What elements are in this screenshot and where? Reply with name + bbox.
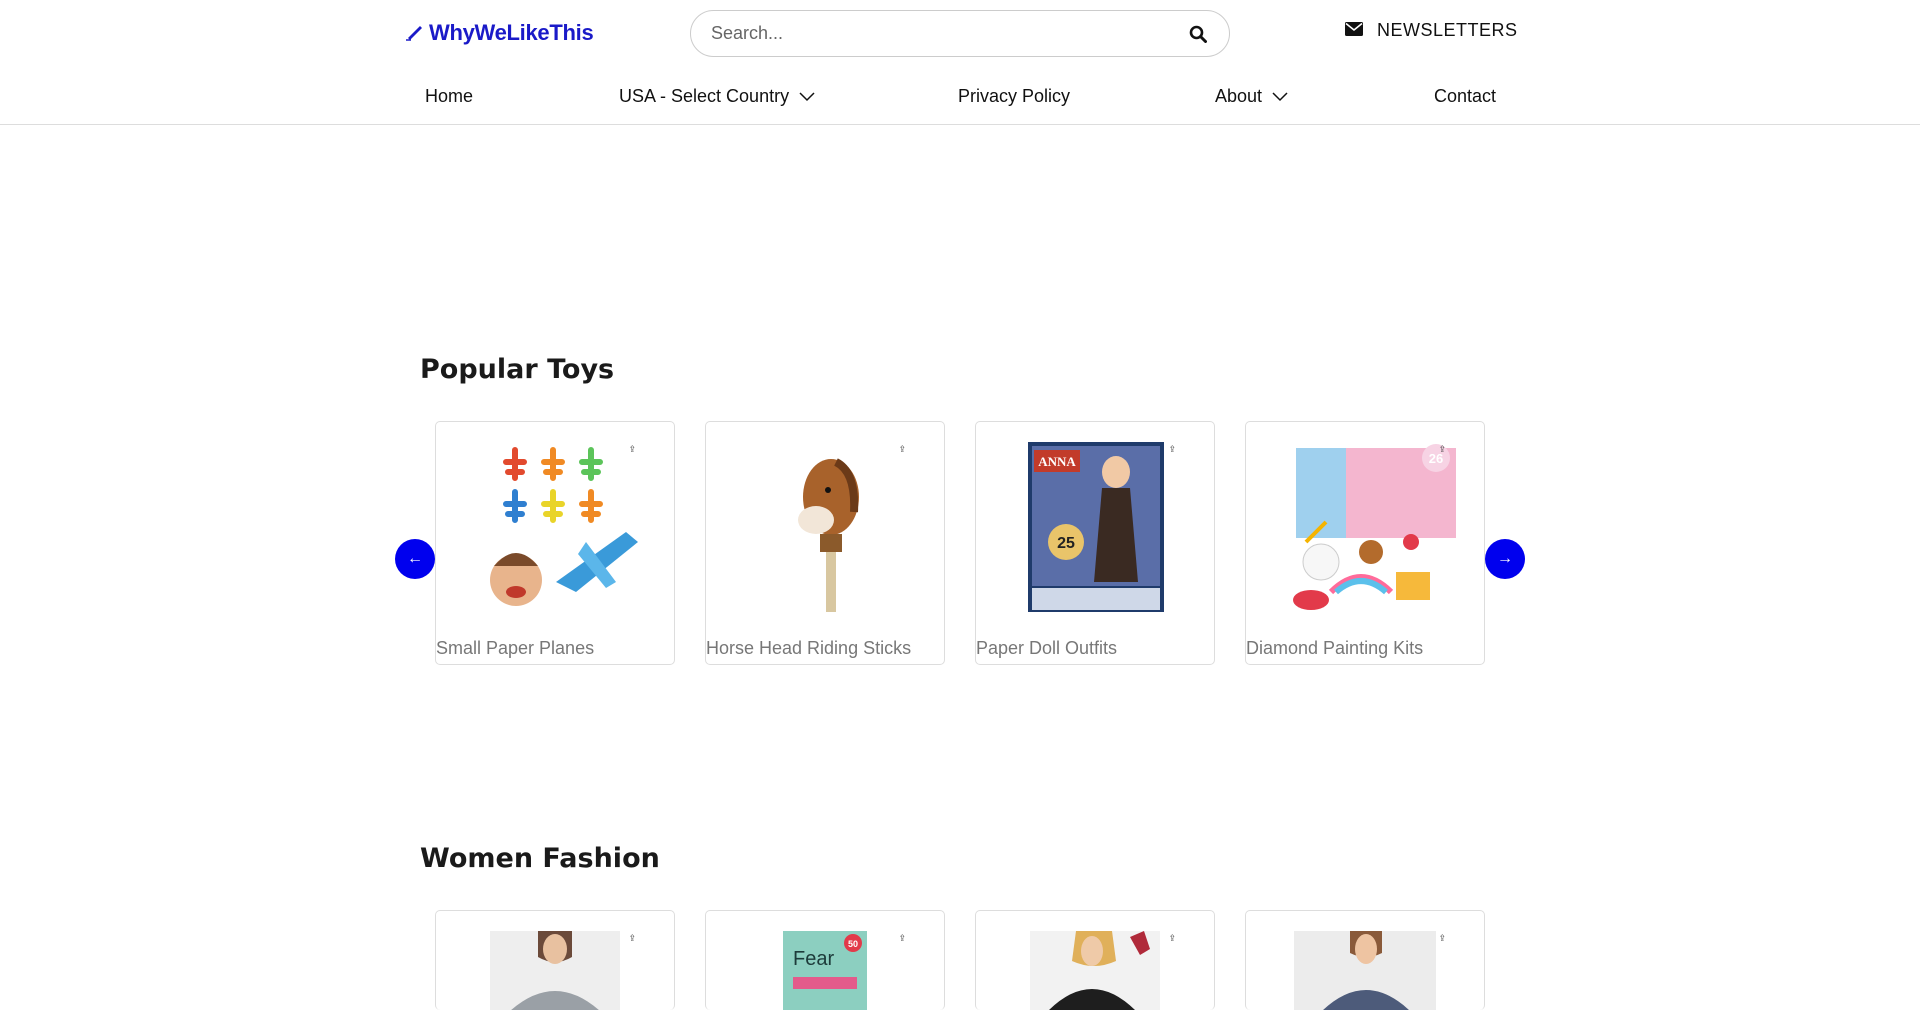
pack-count: 50 [848,939,858,949]
woman-blouse-image [1294,928,1436,1010]
product-card[interactable]: ANNA 25 ⇪ Paper Doll Outfits [975,421,1215,665]
share-icon[interactable]: ⇪ [628,933,636,944]
site-logo[interactable]: WhyWeLikeThis [405,20,594,46]
product-card[interactable]: ⇪ Horse Head Riding Sticks [705,421,945,665]
section-title-popular-toys: Popular Toys [420,354,615,385]
pack-title: Fear [793,948,834,970]
nav-item-contact[interactable]: Contact [1434,86,1496,107]
search-input[interactable] [711,23,1187,44]
paper-doll-box-image: ANNA 25 [1006,442,1186,612]
share-icon[interactable]: ⇪ [1168,933,1176,944]
nav-item-privacy[interactable]: Privacy Policy [958,86,1070,107]
doll-box-count: 25 [1057,535,1075,552]
section-title-women-fashion: Women Fashion [420,843,660,874]
pen-icon [405,21,425,46]
diamond-stickers-image: 26 [1276,442,1456,612]
nav-item-label: About [1215,86,1263,106]
toys-carousel: ← ⇪ Small Paper Planes ⇪ Horse Head Ridi… [395,421,1525,681]
search-icon[interactable] [1187,23,1209,45]
arrow-left-icon: ← [407,550,423,567]
clothing-tape-image: Fear 50 [783,931,867,1010]
horse-stick-image [736,442,916,612]
product-card[interactable]: Fear 50 ⇪ [705,910,945,1010]
product-label: Horse Head Riding Sticks [706,638,912,658]
product-label: Paper Doll Outfits [976,638,1118,658]
nav-item-label: Home [425,86,474,106]
chevron-down-icon [1272,86,1288,107]
product-card[interactable]: 26 ⇪ Diamond Painting Kits [1245,421,1485,665]
newsletters-link[interactable]: NEWSLETTERS [1345,20,1518,41]
nav-item-label: Privacy Policy [958,86,1071,106]
product-card[interactable]: ⇪ Small Paper Planes [435,421,675,665]
share-icon[interactable]: ⇪ [1438,444,1446,455]
nav-item-country[interactable]: USA - Select Country [619,86,815,107]
product-label: Small Paper Planes [436,638,595,658]
nav-item-label: Contact [1434,86,1497,106]
carousel-next-button[interactable]: → [1485,539,1525,579]
doll-box-name: ANNA [1038,454,1076,469]
newsletters-label: NEWSLETTERS [1377,20,1518,40]
product-card[interactable]: ⇪ [975,910,1215,1010]
share-icon[interactable]: ⇪ [1438,933,1446,944]
envelope-icon [1345,20,1363,41]
woman-sweater-image [490,928,620,1010]
logo-text: WhyWeLikeThis [429,20,594,45]
arrow-right-icon: → [1497,550,1513,567]
paper-planes-image [466,442,646,612]
nav-item-label: USA - Select Country [619,86,790,106]
main-nav: Home USA - Select Country Privacy Policy… [0,80,1920,114]
product-label: Diamond Painting Kits [1246,638,1424,658]
nav-item-home[interactable]: Home [425,86,473,107]
woman-dress-image [1030,928,1160,1010]
chevron-down-icon [799,86,815,107]
share-icon[interactable]: ⇪ [898,933,906,944]
share-icon[interactable]: ⇪ [898,444,906,455]
search-bar [690,10,1230,57]
fashion-carousel: ⇪ Fear 50 ⇪ ⇪ ⇪ [395,910,1525,1010]
nav-item-about[interactable]: About [1215,86,1288,107]
product-card[interactable]: ⇪ [435,910,675,1010]
share-icon[interactable]: ⇪ [1168,444,1176,455]
product-card[interactable]: ⇪ [1245,910,1485,1010]
carousel-prev-button[interactable]: ← [395,539,435,579]
share-icon[interactable]: ⇪ [628,444,636,455]
site-header: WhyWeLikeThis NEWSLETTERS Home USA - Sel… [0,0,1920,125]
